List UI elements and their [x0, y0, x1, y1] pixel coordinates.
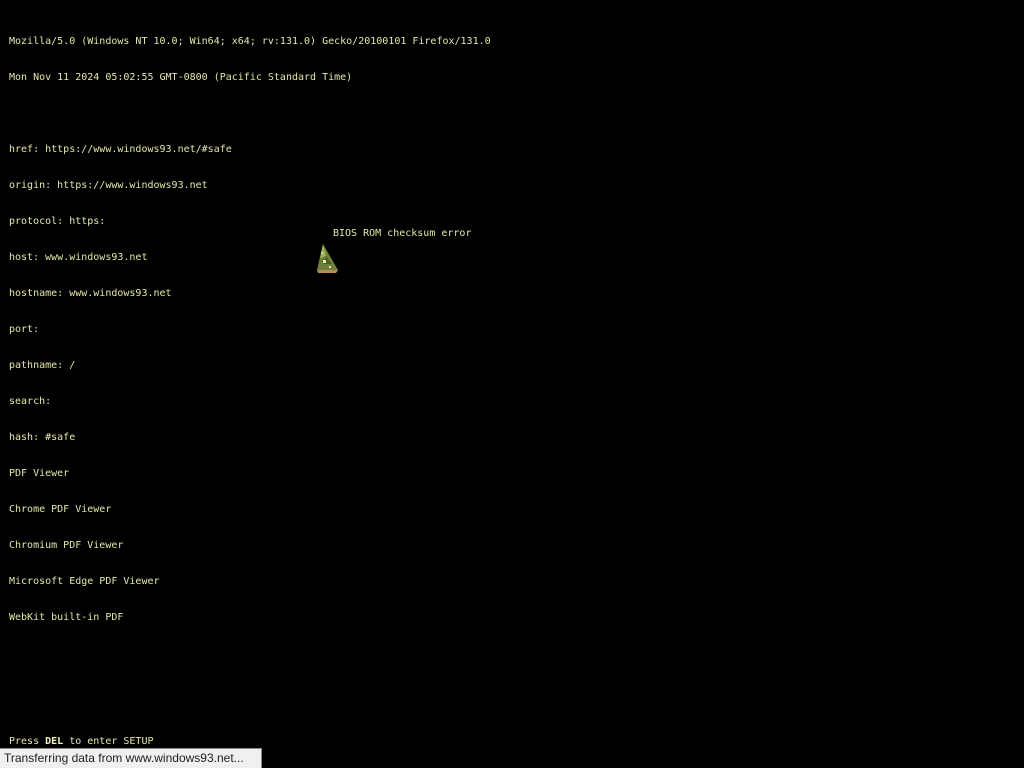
del-key-label: DEL — [45, 736, 64, 747]
location-protocol: protocol: https: — [9, 216, 106, 227]
plugin-pdf-viewer: PDF Viewer — [9, 468, 70, 479]
plugin-chromium-pdf-viewer: Chromium PDF Viewer — [9, 540, 124, 551]
plugin-chrome-pdf-viewer: Chrome PDF Viewer — [9, 504, 112, 515]
boot-screen: Mozilla/5.0 (Windows NT 10.0; Win64; x64… — [0, 0, 1024, 768]
location-port: port: — [9, 324, 40, 335]
location-hostname: hostname: www.windows93.net — [9, 288, 172, 299]
browser-status-bar: Transferring data from www.windows93.net… — [0, 748, 262, 768]
system-info-block: Mozilla/5.0 (Windows NT 10.0; Win64; x64… — [9, 12, 491, 648]
setup-prefix: Press — [9, 736, 46, 747]
user-agent-line: Mozilla/5.0 (Windows NT 10.0; Win64; x64… — [9, 36, 491, 47]
location-host: host: www.windows93.net — [9, 252, 148, 263]
setup-prompt: Press DEL to enter SETUP — [9, 736, 154, 748]
plugin-edge-pdf-viewer: Microsoft Edge PDF Viewer — [9, 576, 160, 587]
location-search: search: — [9, 396, 52, 407]
location-origin: origin: https://www.windows93.net — [9, 180, 208, 191]
location-hash: hash: #safe — [9, 432, 76, 443]
setup-suffix: to enter SETUP — [63, 736, 154, 747]
location-href: href: https://www.windows93.net/#safe — [9, 144, 232, 155]
bios-error-message: BIOS ROM checksum error — [333, 228, 472, 239]
plugin-webkit-pdf: WebKit built-in PDF — [9, 612, 124, 623]
date-line: Mon Nov 11 2024 05:02:55 GMT-0800 (Pacif… — [9, 72, 353, 83]
location-pathname: pathname: / — [9, 360, 76, 371]
wizard-hat-icon — [314, 242, 340, 274]
